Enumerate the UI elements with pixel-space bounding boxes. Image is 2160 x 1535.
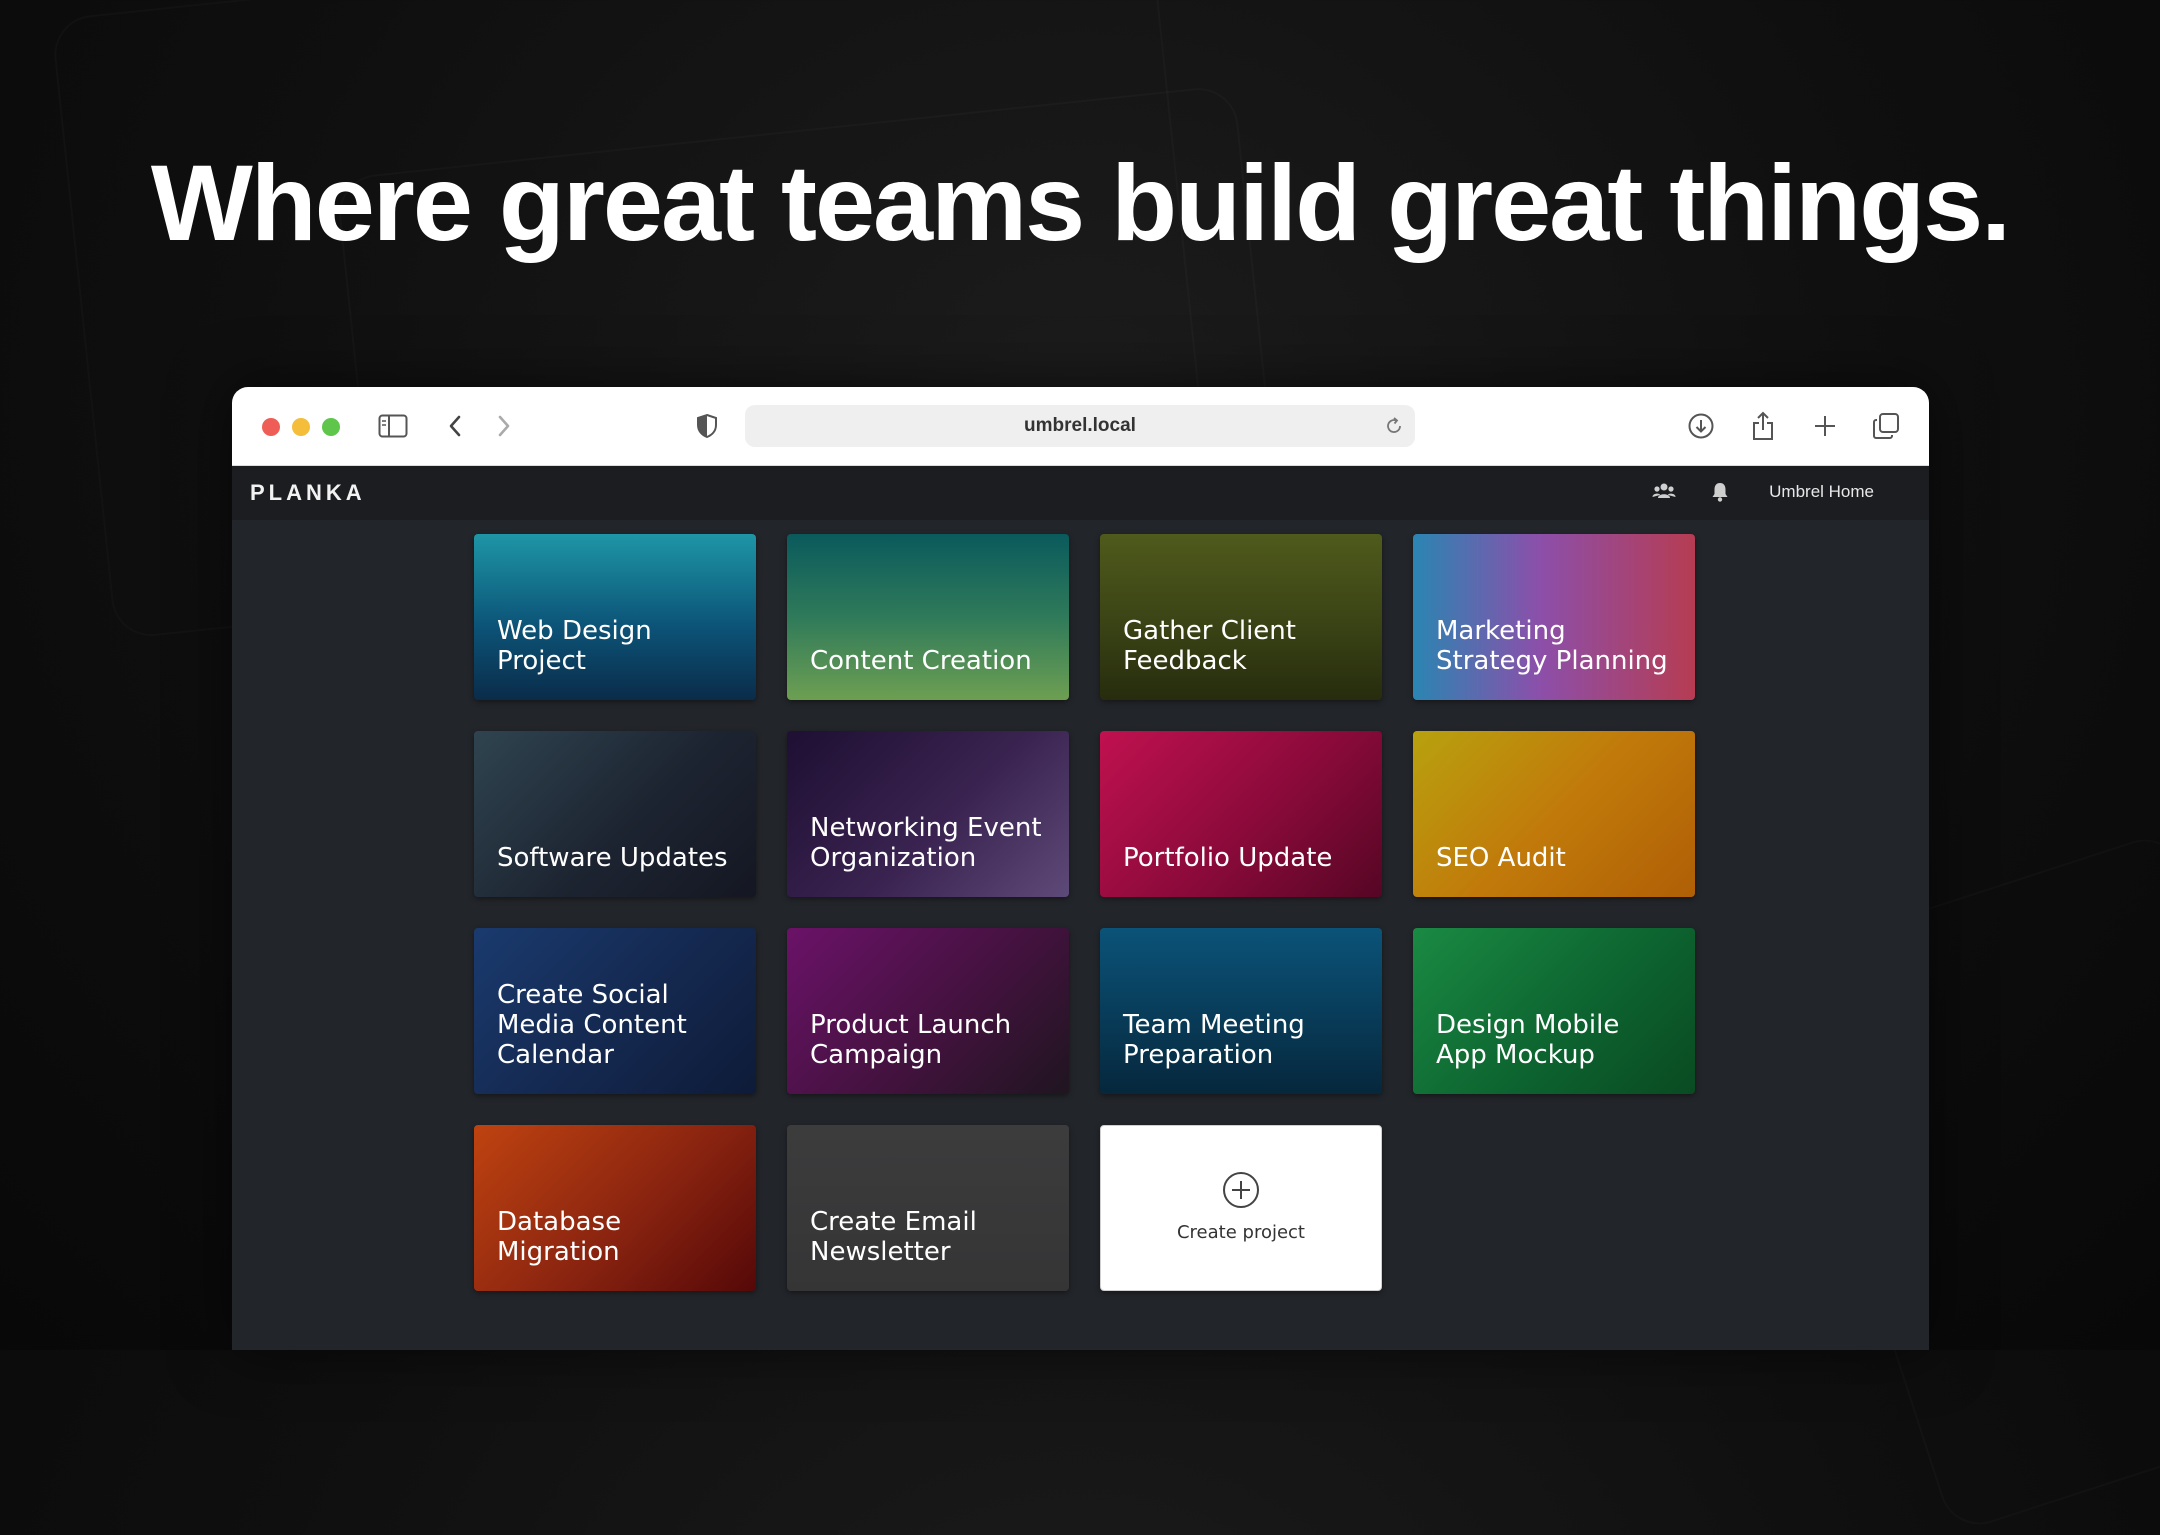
project-card[interactable]: Create Social Media Content Calendar [474, 928, 756, 1094]
browser-window: umbrel.local PLANKA Umbrel Home Web Desi… [232, 387, 1929, 1350]
project-card[interactable]: Software Updates [474, 731, 756, 897]
back-icon[interactable] [438, 409, 472, 443]
plus-circle-icon [1222, 1172, 1260, 1213]
project-title: Design Mobile App Mockup [1436, 1010, 1620, 1070]
project-title: Create Social Media Content Calendar [497, 980, 687, 1070]
project-card[interactable]: Marketing Strategy Planning [1413, 534, 1695, 700]
project-title: Gather Client Feedback [1123, 616, 1296, 676]
project-card[interactable]: Content Creation [787, 534, 1069, 700]
forward-icon[interactable] [487, 409, 521, 443]
project-title: Portfolio Update [1123, 843, 1333, 873]
planka-logo[interactable]: PLANKA [250, 480, 366, 506]
project-title: Marketing Strategy Planning [1436, 616, 1668, 676]
project-grid: Web Design Project Content Creation Gather… [474, 534, 1695, 1291]
share-icon[interactable] [1746, 409, 1780, 443]
project-card[interactable]: Database Migration [474, 1125, 756, 1291]
url-text: umbrel.local [1024, 415, 1136, 436]
project-title: Web Design Project [497, 616, 652, 676]
shield-icon[interactable] [690, 409, 724, 443]
users-icon[interactable] [1652, 481, 1676, 506]
project-title: Create Email Newsletter [810, 1207, 977, 1267]
user-menu[interactable]: Umbrel Home [1769, 482, 1874, 502]
minimize-window-button[interactable] [292, 418, 310, 436]
project-card[interactable]: Product Launch Campaign [787, 928, 1069, 1094]
new-tab-icon[interactable] [1808, 409, 1842, 443]
sidebar-icon[interactable] [376, 409, 410, 443]
browser-toolbar: umbrel.local [232, 387, 1929, 466]
project-title: Database Migration [497, 1207, 622, 1267]
project-card[interactable]: Team Meeting Preparation [1100, 928, 1382, 1094]
project-card[interactable]: Portfolio Update [1100, 731, 1382, 897]
project-card[interactable]: Create Email Newsletter [787, 1125, 1069, 1291]
close-window-button[interactable] [262, 418, 280, 436]
project-card[interactable]: Gather Client Feedback [1100, 534, 1382, 700]
address-bar[interactable]: umbrel.local [745, 405, 1415, 447]
tabs-overview-icon[interactable] [1869, 409, 1903, 443]
app-header: PLANKA Umbrel Home [232, 466, 1929, 520]
reload-icon[interactable] [1383, 415, 1405, 443]
project-card[interactable]: Design Mobile App Mockup [1413, 928, 1695, 1094]
project-title: Software Updates [497, 843, 728, 873]
project-title: Product Launch Campaign [810, 1010, 1012, 1070]
zoom-window-button[interactable] [322, 418, 340, 436]
create-project-button[interactable]: Create project [1100, 1125, 1382, 1291]
project-card[interactable]: Web Design Project [474, 534, 756, 700]
project-title: Content Creation [810, 646, 1032, 676]
project-title: Team Meeting Preparation [1123, 1010, 1305, 1070]
download-icon[interactable] [1684, 409, 1718, 443]
project-card[interactable]: SEO Audit [1413, 731, 1695, 897]
bell-icon[interactable] [1711, 481, 1729, 508]
headline: Where great teams build great things. [150, 142, 2011, 263]
project-title: SEO Audit [1436, 843, 1566, 873]
create-project-label: Create project [1176, 1222, 1305, 1243]
project-card[interactable]: Networking Event Organization [787, 731, 1069, 897]
project-title: Networking Event Organization [810, 813, 1042, 873]
